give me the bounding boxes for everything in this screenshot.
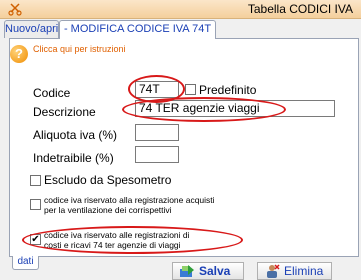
aliquota-label: Aliquota iva (%) bbox=[33, 128, 118, 142]
salva-label: Salva bbox=[199, 264, 231, 278]
indetraibile-input[interactable] bbox=[135, 146, 179, 163]
indetraibile-label: Indetraibile (%) bbox=[33, 151, 114, 165]
delete-user-icon bbox=[267, 264, 280, 278]
ventilazione-label-line2: per la ventilazione dei corrispettivi bbox=[44, 205, 172, 215]
ventilazione-label: codice iva riservato alla registrazione … bbox=[44, 195, 215, 215]
title-bar: Tabella CODICI IVA bbox=[0, 0, 361, 19]
spesometro-checkbox[interactable] bbox=[30, 175, 41, 186]
tab-dati[interactable]: dati bbox=[12, 256, 39, 270]
descrizione-label: Descrizione bbox=[33, 105, 96, 119]
help-link[interactable]: Clicca qui per istruzioni bbox=[33, 44, 126, 54]
predefinito-checkbox[interactable] bbox=[185, 84, 196, 95]
elimina-button[interactable]: Elimina bbox=[257, 262, 332, 280]
predefinito-label: Predefinito bbox=[199, 83, 257, 97]
spesometro-label: Escludo da Spesometro bbox=[44, 173, 172, 187]
codice-label: Codice bbox=[33, 86, 71, 100]
ventilazione-label-line1: codice iva riservato alla registrazione … bbox=[44, 195, 215, 205]
salva-button[interactable]: Salva bbox=[172, 262, 244, 280]
annotation-oval-descrizione bbox=[122, 97, 286, 122]
form-panel bbox=[9, 38, 359, 257]
elimina-label: Elimina bbox=[284, 264, 324, 278]
help-icon[interactable]: ? bbox=[10, 45, 28, 63]
window-title: Tabella CODICI IVA bbox=[247, 2, 353, 16]
ventilazione-checkbox[interactable] bbox=[30, 199, 41, 210]
tab-nuovo-apri[interactable]: Nuovo/apri bbox=[4, 20, 59, 38]
scissors-icon bbox=[8, 3, 22, 16]
tab-modifica[interactable]: - MODIFICA CODICE IVA 74T bbox=[59, 20, 216, 39]
aliquota-input[interactable] bbox=[135, 124, 179, 141]
save-icon bbox=[180, 265, 194, 277]
annotation-oval-agenzie bbox=[22, 226, 243, 254]
